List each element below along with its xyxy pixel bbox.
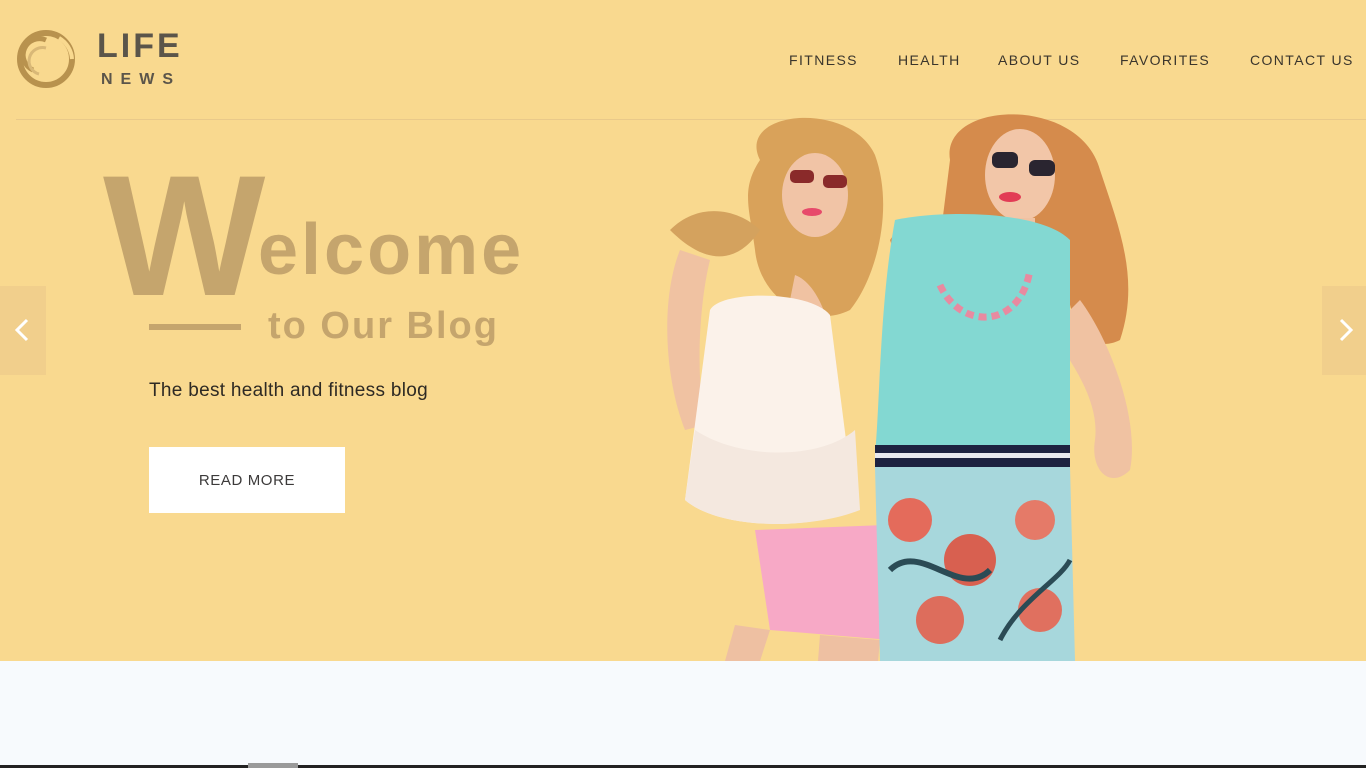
slider-next-button[interactable] [1322,286,1366,375]
content-area [0,661,1366,768]
woman-left-figure [667,117,890,661]
nav-contact-us[interactable]: CONTACT US [1250,52,1354,68]
read-more-button[interactable]: READ MORE [149,447,345,513]
slider-prev-button[interactable] [0,286,46,375]
hero-tagline: The best health and fitness blog [149,380,428,401]
hero-banner: LIFE NEWS FITNESS HEALTH ABOUT US FAVORI… [0,0,1366,661]
welcome-heading: elcome [258,210,525,290]
nav-fitness[interactable]: FITNESS [789,52,858,68]
nav-about-us[interactable]: ABOUT US [998,52,1081,68]
main-nav: FITNESS HEALTH ABOUT US FAVORITES CONTAC… [0,52,1366,72]
scroll-indicator[interactable] [248,763,298,768]
woman-right-figure [875,114,1132,661]
hero-photo [667,114,1132,661]
welcome-big-letter: W [103,140,265,332]
chevron-right-icon [1339,318,1354,342]
heading-accent-line [149,324,241,330]
nav-favorites[interactable]: FAVORITES [1120,52,1210,68]
chevron-left-icon [14,318,29,342]
logo-text-news: NEWS [101,71,181,88]
nav-health[interactable]: HEALTH [898,52,961,68]
welcome-subheading: to Our Blog [268,305,499,347]
